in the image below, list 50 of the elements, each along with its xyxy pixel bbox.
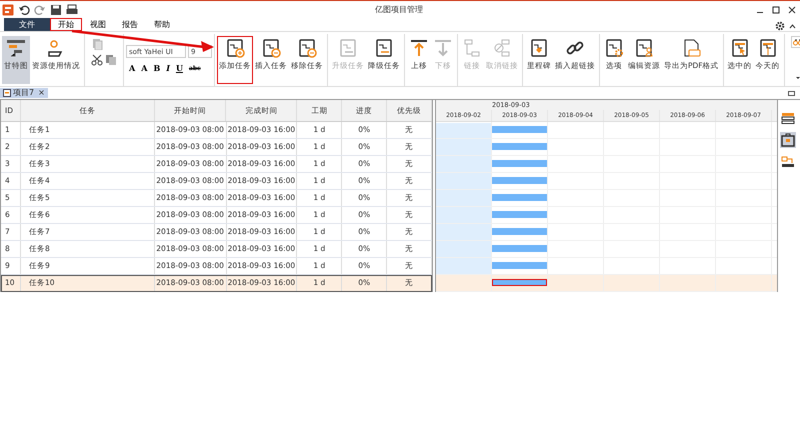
redo-button[interactable]	[34, 4, 46, 16]
link-icon	[462, 38, 482, 58]
undo-button[interactable]	[18, 4, 30, 16]
undo-icon	[18, 4, 30, 16]
menu-tab[interactable]: 视图	[82, 18, 114, 31]
insert-icon	[261, 38, 281, 58]
bold-button[interactable]: B	[150, 62, 164, 74]
grow-font-button[interactable]: A	[126, 62, 138, 74]
save-icon	[50, 4, 62, 16]
add-icon	[225, 38, 245, 58]
save-button[interactable]	[50, 4, 62, 16]
tab-label: 项目7	[13, 88, 34, 98]
settings-icon[interactable]	[775, 21, 785, 31]
window-title: 亿图项目管理	[375, 4, 423, 16]
task-icon	[374, 38, 394, 58]
close-icon[interactable]	[788, 6, 796, 14]
italic-button[interactable]: I	[163, 62, 173, 74]
shrink-font-button[interactable]: A	[138, 62, 150, 74]
today-icon	[758, 38, 778, 58]
options-icon	[604, 38, 624, 58]
print-icon	[66, 4, 78, 16]
project-icon	[3, 89, 11, 97]
remove-icon	[297, 38, 317, 58]
pin-drawing	[788, 90, 796, 97]
maximize-icon[interactable]	[772, 6, 780, 14]
menu-tab[interactable]: 开始	[50, 18, 82, 31]
gantt-icon	[6, 38, 26, 58]
resource-flow-icon[interactable]	[781, 156, 795, 168]
tab-close-button[interactable]: ×	[38, 88, 45, 98]
menu-tab[interactable]: 帮助	[146, 18, 178, 31]
gantt-bar[interactable]	[492, 278, 547, 286]
app-logo-icon	[2, 4, 14, 16]
unlink-icon	[492, 38, 512, 58]
task-list-icon[interactable]	[781, 112, 795, 124]
menu-tab[interactable]: 报告	[114, 18, 146, 31]
milestone-icon	[529, 38, 549, 58]
task-icon	[338, 38, 358, 58]
cut-icon[interactable]	[91, 54, 103, 66]
down-icon	[433, 38, 453, 58]
more-caret-icon[interactable]	[794, 76, 800, 80]
collapse-icon[interactable]	[789, 22, 796, 30]
person-icon	[634, 38, 654, 58]
redo-icon	[34, 4, 46, 16]
print-button[interactable]	[66, 4, 78, 16]
cursor-icon	[730, 38, 750, 58]
up-icon	[409, 38, 429, 58]
document-tab[interactable]: 项目7 ×	[0, 88, 48, 98]
underline-button[interactable]: U	[172, 62, 186, 74]
file-menu-button[interactable]: 文件	[4, 18, 50, 31]
briefcase-icon[interactable]	[780, 132, 796, 148]
